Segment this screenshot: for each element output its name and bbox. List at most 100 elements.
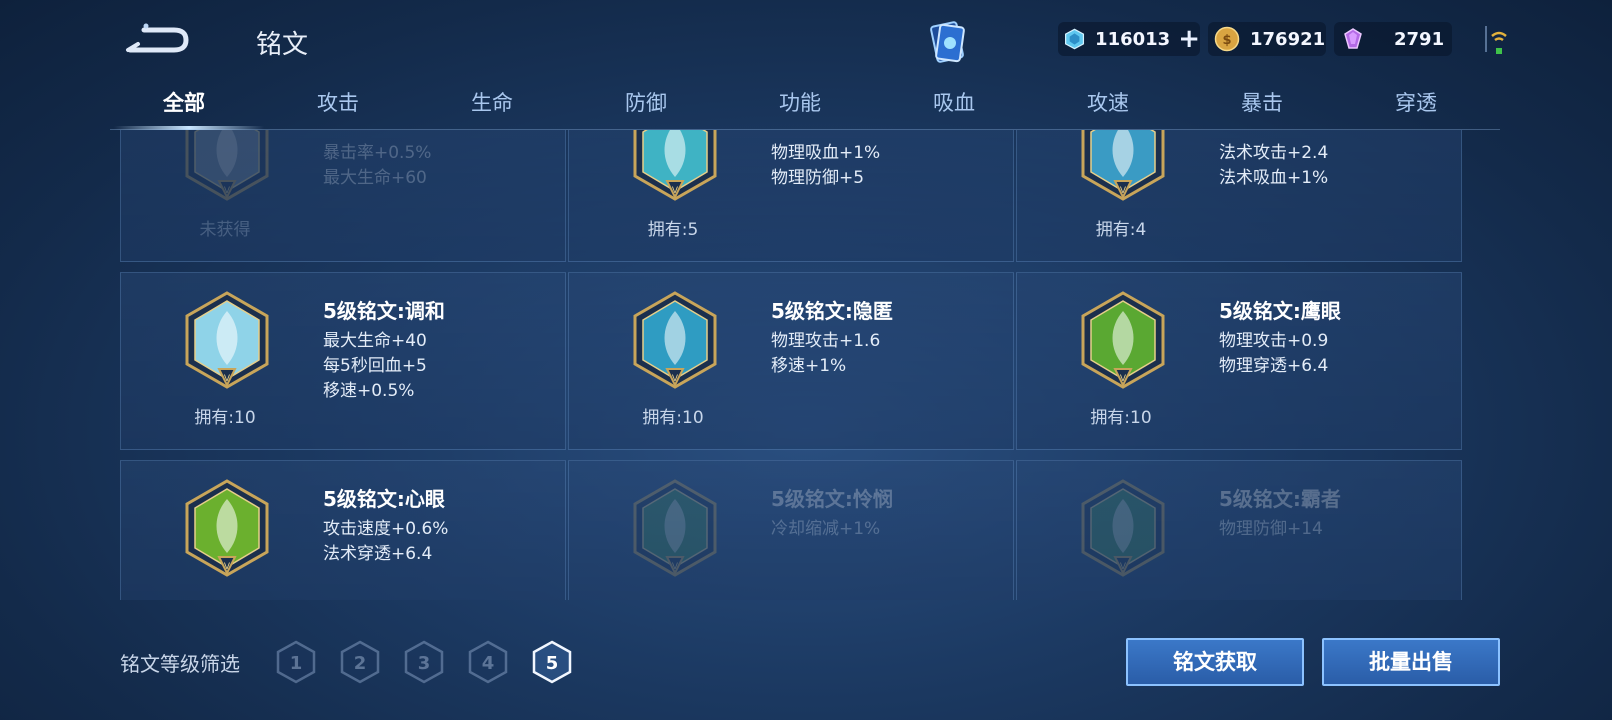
tab-attack[interactable]: 攻击	[278, 84, 398, 130]
stat-line: 暴击率+0.5%	[323, 143, 432, 163]
tab-health[interactable]: 生命	[432, 84, 552, 130]
inscription-name: 5级铭文:心眼	[323, 487, 445, 511]
network-status-icon	[1485, 26, 1507, 54]
crystal-balance: 2791	[1334, 22, 1452, 56]
inscription-stats: 物理攻击+0.9 物理穿透+6.4	[1219, 329, 1328, 379]
svg-text:V: V	[672, 374, 679, 384]
stat-line: 法术吸血+1%	[1219, 168, 1329, 188]
inscription-name: 5级铭文:鹰眼	[1219, 299, 1341, 323]
svg-text:V: V	[224, 562, 231, 572]
stat-line: 物理攻击+1.6	[771, 331, 881, 351]
tab-penetration[interactable]: 穿透	[1356, 84, 1476, 130]
stat-line: 物理防御+5	[771, 168, 865, 188]
owned-count: 拥有:4	[1095, 220, 1147, 240]
inscription-stats: 物理防御+14	[1219, 517, 1323, 542]
bulk-sell-button[interactable]: 批量出售	[1322, 638, 1500, 686]
diamond-coupon-icon	[1065, 28, 1085, 50]
inscription-emblem-icon: V	[633, 479, 717, 577]
level-filter-label: 1	[290, 653, 303, 674]
inscription-emblem-icon: V	[633, 291, 717, 389]
tab-all[interactable]: 全部	[124, 84, 244, 130]
tab-defense[interactable]: 防御	[586, 84, 706, 130]
stat-line: 移速+1%	[771, 356, 847, 376]
owned-count: 未获得	[199, 220, 251, 240]
tab-lifesteal[interactable]: 吸血	[894, 84, 1014, 130]
inscription-stats: 物理吸血+1% 物理防御+5	[771, 141, 880, 191]
svg-text:V: V	[1120, 374, 1127, 384]
inscription-card[interactable]: V 5级铭文:隐匿物理攻击+1.6 移速+1% 拥有:10	[568, 272, 1014, 450]
inscription-emblem-icon: V	[633, 130, 717, 201]
inscription-emblem-icon: V	[185, 291, 269, 389]
svg-text:V: V	[1120, 562, 1127, 572]
add-coupon-icon[interactable]: +	[1178, 26, 1200, 52]
level-filter-label: 4	[482, 653, 495, 674]
category-tabs: 全部 攻击 生命 防御 功能 吸血 攻速 暴击 穿透	[110, 84, 1500, 130]
inscription-card[interactable]: V 5级铭文:怜悯冷却缩减+1%	[568, 460, 1014, 600]
svg-text:$: $	[1222, 33, 1231, 48]
inscription-name: 5级铭文:怜悯	[771, 487, 893, 511]
level-filter-label: 3	[418, 653, 431, 674]
svg-text:V: V	[224, 186, 231, 196]
inscription-card[interactable]: V 5级铭文:心眼攻击速度+0.6% 法术穿透+6.4	[120, 460, 566, 600]
level-filter-5[interactable]: 5	[532, 640, 572, 684]
stat-line: 移速+0.5%	[323, 381, 415, 401]
back-icon[interactable]	[124, 22, 190, 58]
stat-line: 最大生命+40	[323, 331, 427, 351]
level-filter-1[interactable]: 1	[276, 640, 316, 684]
page-title: 铭文	[256, 30, 309, 60]
inscription-stats: 法术攻击+2.4 法术吸血+1%	[1219, 141, 1328, 191]
tab-attack-speed[interactable]: 攻速	[1048, 84, 1168, 130]
svg-text:V: V	[1120, 186, 1127, 196]
inscription-name: 5级铭文:隐匿	[771, 299, 893, 323]
inscription-stats: 物理攻击+1.6 移速+1%	[771, 329, 880, 379]
inscription-card[interactable]: V 5级铭文:鹰眼物理攻击+0.9 物理穿透+6.4 拥有:10	[1016, 272, 1462, 450]
svg-text:V: V	[224, 374, 231, 384]
inscription-card[interactable]: V 5级铭文:调和最大生命+40 每5秒回血+5 移速+0.5% 拥有:10	[120, 272, 566, 450]
crystal-icon	[1344, 28, 1362, 49]
tab-critical[interactable]: 暴击	[1202, 84, 1322, 130]
svg-text:V: V	[672, 562, 679, 572]
card-pack-icon[interactable]	[926, 18, 970, 66]
level-filter-4[interactable]: 4	[468, 640, 508, 684]
gold-balance: $ 176921	[1208, 22, 1326, 56]
stat-line: 物理吸血+1%	[771, 143, 881, 163]
stat-line: 每5秒回血+5	[323, 356, 427, 376]
inscription-grid: V 暴击率+0.5% 最大生命+60 未获得 V 物理吸血+1% 物理防御+5 拥有:5 V 法术…	[120, 130, 1496, 600]
inscription-emblem-icon: V	[1081, 479, 1165, 577]
level-filter-2[interactable]: 2	[340, 640, 380, 684]
coupon-balance: 116013 +	[1058, 22, 1200, 56]
stat-line: 冷却缩减+1%	[771, 519, 881, 539]
gold-value: 176921	[1250, 28, 1326, 50]
stat-line: 法术攻击+2.4	[1219, 143, 1329, 163]
inscription-stats: 攻击速度+0.6% 法术穿透+6.4	[323, 517, 448, 567]
inscription-stats: 最大生命+40 每5秒回血+5 移速+0.5%	[323, 329, 427, 404]
inscription-emblem-icon: V	[1081, 291, 1165, 389]
level-filter-label: 5	[546, 653, 559, 674]
inscription-card[interactable]: V 法术攻击+2.4 法术吸血+1% 拥有:4	[1016, 130, 1462, 262]
coupon-value: 116013	[1095, 28, 1171, 50]
level-filter-3[interactable]: 3	[404, 640, 444, 684]
stat-line: 物理防御+14	[1219, 519, 1323, 539]
inscription-card[interactable]: V 暴击率+0.5% 最大生命+60 未获得	[120, 130, 566, 262]
level-filter-label: 铭文等级筛选	[120, 652, 240, 676]
owned-count: 拥有:10	[1090, 408, 1152, 428]
gold-coin-icon: $	[1214, 26, 1240, 52]
stat-line: 攻击速度+0.6%	[323, 519, 449, 539]
crystal-value: 2791	[1394, 28, 1445, 50]
inscription-stats: 冷却缩减+1%	[771, 517, 880, 542]
owned-count: 拥有:10	[194, 408, 256, 428]
obtain-inscription-button[interactable]: 铭文获取	[1126, 638, 1304, 686]
level-filter-label: 2	[354, 653, 367, 674]
inscription-stats: 暴击率+0.5% 最大生命+60	[323, 141, 431, 191]
stat-line: 物理攻击+0.9	[1219, 331, 1329, 351]
top-bar: 铭文 116013 + $ 176921 2791	[0, 0, 1612, 80]
inscription-card[interactable]: V 5级铭文:霸者 物理防御+14	[1016, 460, 1462, 600]
stat-line: 法术穿透+6.4	[323, 544, 433, 564]
inscription-emblem-icon: V	[185, 130, 269, 201]
stat-line: 物理穿透+6.4	[1219, 356, 1329, 376]
inscription-card[interactable]: V 物理吸血+1% 物理防御+5 拥有:5	[568, 130, 1014, 262]
owned-count: 拥有:10	[642, 408, 704, 428]
tab-function[interactable]: 功能	[740, 84, 860, 130]
inscription-name: 5级铭文:调和	[323, 299, 445, 323]
svg-text:V: V	[672, 186, 679, 196]
